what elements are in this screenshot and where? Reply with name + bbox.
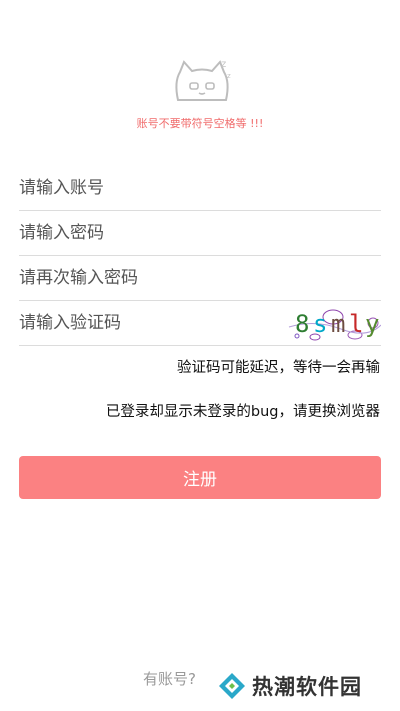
confirm-password-field <box>19 256 381 301</box>
watermark: 热潮软件园 <box>218 670 362 702</box>
account-input[interactable] <box>19 172 269 204</box>
captcha-char: y <box>365 310 380 338</box>
account-field <box>19 166 381 211</box>
password-field <box>19 211 381 256</box>
watermark-text: 热潮软件园 <box>252 675 362 699</box>
login-bug-note: 已登录却显示未登录的bug，请更换浏览器 <box>105 404 380 420</box>
sleeping-cat-logo: z z <box>170 56 234 106</box>
captcha-char: 8 <box>295 310 310 338</box>
has-account-link[interactable]: 有账号? <box>143 668 196 689</box>
captcha-image[interactable]: 8 s m l y <box>285 303 381 343</box>
register-button[interactable]: 注册 <box>19 456 381 499</box>
captcha-field: 8 s m l y <box>19 301 381 346</box>
password-input[interactable] <box>19 217 269 249</box>
svg-text:z: z <box>227 72 231 80</box>
captcha-input[interactable] <box>19 307 269 339</box>
account-tip: 账号不要带符号空格等 !!! <box>136 117 264 130</box>
captcha-char: s <box>313 310 328 338</box>
captcha-char: m <box>331 310 346 338</box>
captcha-delay-note: 验证码可能延迟，等待一会再输 <box>177 360 380 376</box>
confirm-password-input[interactable] <box>19 262 269 294</box>
diamond-logo-icon <box>219 673 245 699</box>
captcha-char: l <box>349 310 364 338</box>
svg-text:z: z <box>221 59 226 70</box>
